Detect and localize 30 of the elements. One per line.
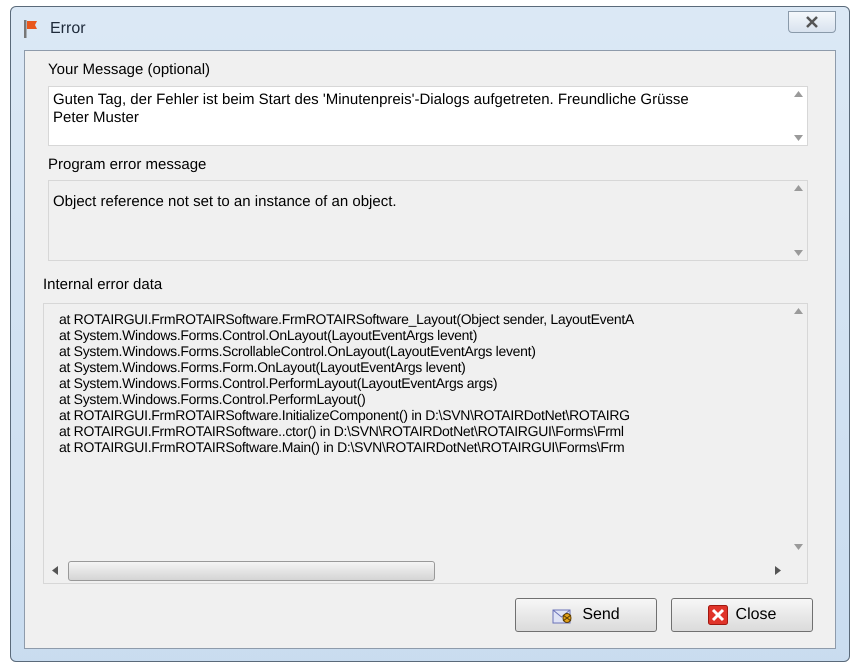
scroll-up-arrow-icon[interactable]	[794, 308, 803, 314]
scroll-right-arrow-icon[interactable]	[775, 566, 781, 575]
message-field[interactable]: Guten Tag, der Fehler ist beim Start des 'Minutenpreis'-Dialogs aufgetreten. Freundliche Grüsse Peter Muster	[48, 86, 808, 146]
stack-trace-line: at ROTAIRGUI.FrmROTAIRSoftware.FrmROTAIRSoftware_Layout(Object sender, LayoutEventA	[59, 310, 634, 326]
scrollbar-thumb[interactable]	[68, 560, 435, 580]
error-message-field: Object reference not set to an instance of an object.	[48, 180, 808, 261]
send-button[interactable]: Send	[515, 598, 657, 632]
close-button[interactable]	[788, 10, 836, 32]
stack-trace-line: at System.Windows.Forms.Control.PerformLayout(LayoutEventArgs args)	[59, 374, 498, 390]
stack-trace-line: at ROTAIRGUI.FrmROTAIRSoftware.Main() in D:\SVN\ROTAIRDotNet\ROTAIRGUI\Forms\Frm	[59, 438, 624, 454]
stack-trace-line: at System.Windows.Forms.Control.OnLayout(LayoutEventArgs levent)	[59, 326, 478, 342]
stack-trace-line: at System.Windows.Forms.Control.PerformLayout()	[59, 390, 366, 406]
close-icon	[805, 16, 819, 28]
window-title: Error	[50, 18, 86, 38]
scroll-left-arrow-icon[interactable]	[52, 566, 58, 575]
stack-trace-line: at ROTAIRGUI.FrmROTAIRSoftware..ctor() in D:\SVN\ROTAIRDotNet\ROTAIRGUI\Forms\Frml	[59, 422, 624, 438]
stack-trace-line: at System.Windows.Forms.ScrollableControl.OnLayout(LayoutEventArgs levent)	[59, 342, 536, 358]
scroll-down-arrow-icon[interactable]	[794, 250, 803, 256]
stack-trace-line: at System.Windows.Forms.Form.OnLayout(LayoutEventArgs levent)	[59, 358, 466, 374]
scroll-up-arrow-icon[interactable]	[794, 185, 803, 191]
scroll-up-arrow-icon[interactable]	[794, 90, 803, 96]
scroll-down-arrow-icon[interactable]	[794, 544, 803, 550]
flag-icon	[24, 20, 38, 38]
field-label: Your Message (optional)	[48, 60, 212, 80]
close-icon	[708, 604, 728, 624]
close-button[interactable]: Close	[671, 598, 813, 632]
field-label: Program error message	[48, 154, 208, 174]
stack-trace-line: at ROTAIRGUI.FrmROTAIRSoftware.InitializeComponent() in D:\SVN\ROTAIRDotNet\ROTAIRG	[59, 406, 630, 422]
field-label: Internal error data	[43, 275, 164, 295]
scroll-down-arrow-icon[interactable]	[794, 134, 803, 140]
